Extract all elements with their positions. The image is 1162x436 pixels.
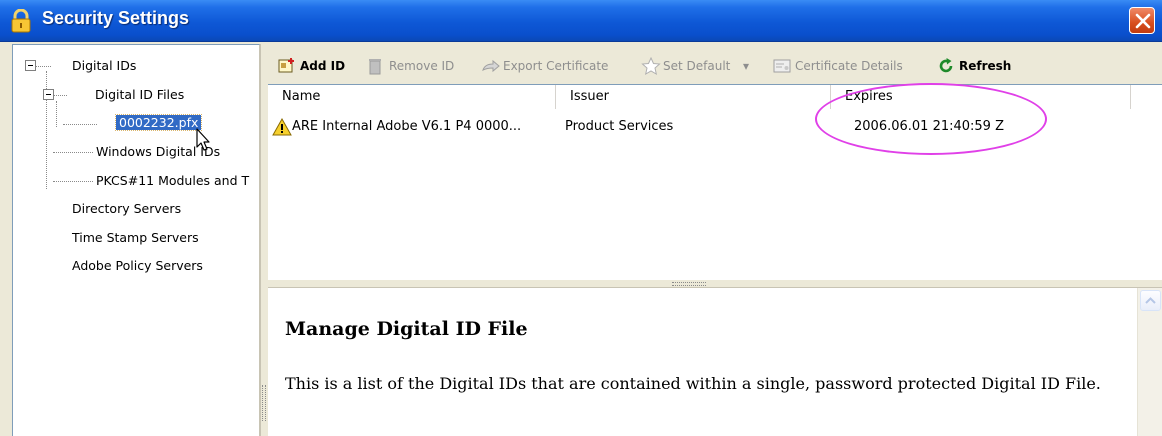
window-title: Security Settings <box>42 8 190 28</box>
column-header-label: Expires <box>845 89 893 104</box>
refresh-label: Refresh <box>959 59 1012 73</box>
horizontal-splitter[interactable] <box>268 280 1162 288</box>
row-expires: 2006.06.01 21:40:59 Z <box>854 119 1004 134</box>
digital-id-list: Name Issuer Expires ARE Internal Adobe V… <box>268 84 1162 280</box>
tree-item-selected-file[interactable]: 0002232.pfx <box>114 114 203 132</box>
column-header-name[interactable]: Name <box>268 85 556 109</box>
tree-item-adobe-policy-servers[interactable]: Adobe Policy Servers <box>72 257 203 275</box>
row-issuer: Product Services <box>565 119 674 134</box>
column-header-label: Issuer <box>570 89 609 104</box>
description-body: This is a list of the Digital IDs that a… <box>285 374 1101 393</box>
refresh-button[interactable]: Refresh <box>937 56 1022 76</box>
export-certificate-button[interactable]: Export Certificate <box>481 56 631 76</box>
table-row[interactable]: ARE Internal Adobe V6.1 P4 0000... Produ… <box>268 117 1148 137</box>
tree-item-label: PKCS#11 Modules and T <box>96 173 250 188</box>
root-collapse-toggle[interactable] <box>25 60 36 71</box>
tree-item-digital-id-files[interactable]: Digital ID Files <box>95 86 184 104</box>
tree-item-label: Time Stamp Servers <box>72 230 199 245</box>
row-name: ARE Internal Adobe V6.1 P4 0000... <box>292 119 522 134</box>
scroll-up-button[interactable] <box>1140 290 1161 311</box>
add-id-button[interactable]: Add ID <box>278 56 354 76</box>
column-header-label: Name <box>282 89 321 104</box>
tree-item-label: Digital ID Files <box>95 87 185 102</box>
mouse-cursor-icon <box>196 128 212 155</box>
certificate-icon <box>773 57 791 81</box>
vertical-splitter[interactable] <box>260 44 268 436</box>
dropdown-arrow-icon: ▾ <box>743 59 750 73</box>
star-icon <box>641 56 661 81</box>
tree-item-label: Adobe Policy Servers <box>72 258 203 273</box>
tree-item-label: Directory Servers <box>72 201 182 216</box>
certificate-details-label: Certificate Details <box>795 59 903 73</box>
set-default-label: Set Default <box>663 59 731 73</box>
set-default-button[interactable]: Set Default ▾ <box>641 56 761 76</box>
add-id-label: Add ID <box>300 59 346 73</box>
tree-item-directory-servers[interactable]: Directory Servers <box>72 200 181 218</box>
add-id-icon <box>278 57 296 81</box>
certificate-details-button[interactable]: Certificate Details <box>773 56 923 76</box>
description-title: Manage Digital ID File <box>285 318 528 340</box>
close-icon <box>1135 13 1151 29</box>
tree-item-pkcs11-modules[interactable]: PKCS#11 Modules and T <box>96 172 249 190</box>
remove-id-button[interactable]: Remove ID <box>367 56 467 76</box>
tree-item-label: Digital IDs <box>72 58 137 73</box>
close-button[interactable] <box>1129 7 1155 34</box>
splitter-grip[interactable] <box>262 385 266 421</box>
refresh-icon <box>937 57 955 81</box>
chevron-up-icon <box>1145 297 1156 304</box>
export-certificate-label: Export Certificate <box>503 59 609 73</box>
splitter-grip[interactable] <box>672 282 706 286</box>
toolbar: Add ID Remove ID Export Certificate Set … <box>268 52 1162 80</box>
description-scrollbar[interactable] <box>1137 288 1162 436</box>
remove-id-label: Remove ID <box>389 59 455 73</box>
title-bar: Security Settings <box>0 0 1162 42</box>
tree-item-label: 0002232.pfx <box>114 114 203 131</box>
description-pane: Manage Digital ID File This is a list of… <box>268 288 1162 436</box>
column-header-expires[interactable]: Expires <box>831 85 1131 109</box>
trash-icon <box>367 57 383 81</box>
export-arrow-icon <box>481 57 501 81</box>
column-header-issuer[interactable]: Issuer <box>556 85 831 109</box>
navigation-tree: Digital IDs Digital ID Files 0002232.pfx… <box>12 44 260 436</box>
lock-icon <box>10 8 32 33</box>
tree-item-digital-ids[interactable]: Digital IDs <box>72 57 136 75</box>
files-collapse-toggle[interactable] <box>43 89 54 100</box>
tree-item-time-stamp-servers[interactable]: Time Stamp Servers <box>72 229 199 247</box>
warning-icon <box>272 118 292 143</box>
